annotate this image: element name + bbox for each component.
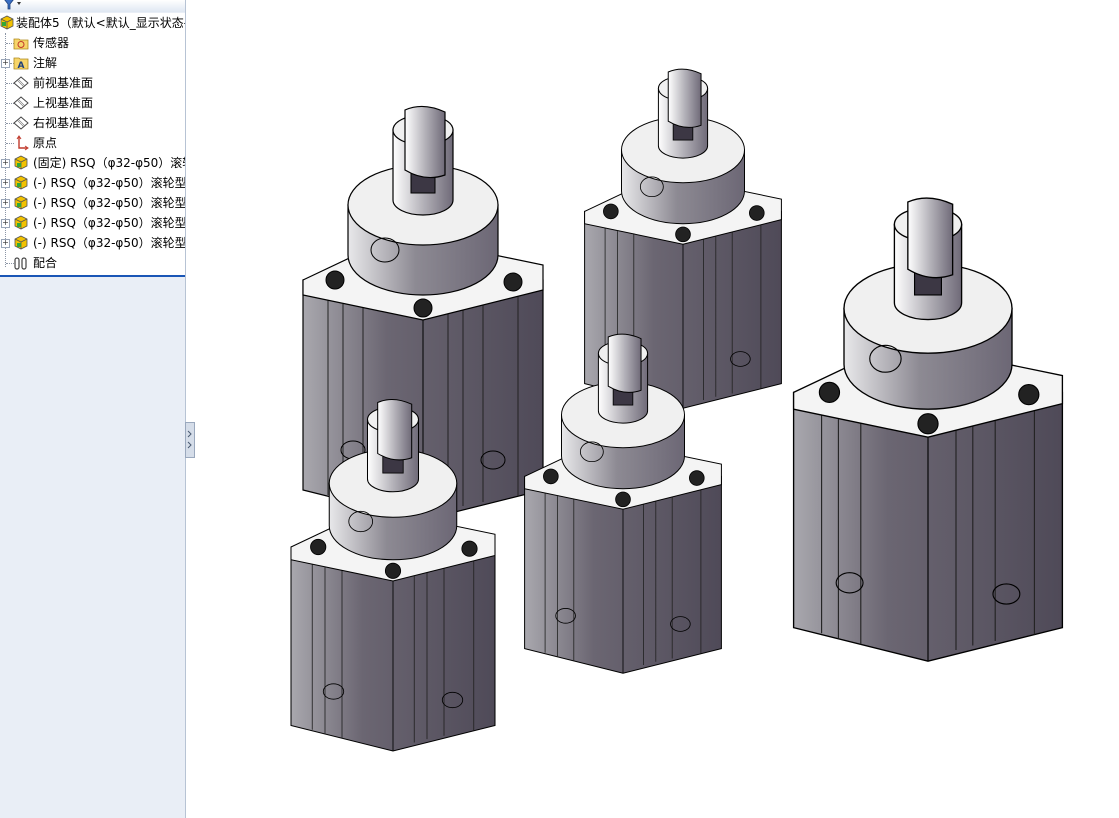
expand-icon[interactable]: + xyxy=(1,159,10,168)
tree-item-label: (-) RSQ（φ32-φ50）滚轮型 xyxy=(33,216,185,230)
part-icon xyxy=(14,235,28,250)
svg-text:A: A xyxy=(18,61,25,71)
tree-item-label: 上视基准面 xyxy=(33,96,94,110)
plane-icon xyxy=(13,76,29,90)
tree-item-label: (-) RSQ（φ32-φ50）滚轮型 xyxy=(33,176,185,190)
expand-icon[interactable]: + xyxy=(1,219,10,228)
tree-item-sensors[interactable]: 传感器 xyxy=(0,33,185,53)
mates-icon xyxy=(14,257,27,270)
tree-item-part[interactable]: + (-) RSQ（φ32-φ50）滚轮型 xyxy=(0,193,185,213)
part-icon xyxy=(14,215,28,230)
annotation-icon: A xyxy=(13,57,29,71)
part-icon xyxy=(14,155,28,170)
tree-item-part-fixed[interactable]: + (固定) RSQ（φ32-φ50）滚轮 xyxy=(0,153,185,173)
plane-icon xyxy=(13,96,29,110)
cylinder-right-large xyxy=(792,197,1064,662)
tree-item-part[interactable]: + (-) RSQ（φ32-φ50）滚轮型 xyxy=(0,233,185,253)
expand-icon[interactable]: + xyxy=(1,239,10,248)
tree-item-label: 传感器 xyxy=(33,36,70,50)
tree-item-label: 原点 xyxy=(33,136,58,150)
tree-item-right-plane[interactable]: 右视基准面 xyxy=(0,113,185,133)
tree-item-label: (固定) RSQ（φ32-φ50）滚轮 xyxy=(33,156,185,170)
graphics-viewport[interactable] xyxy=(193,0,1119,818)
assembly-model xyxy=(290,68,1064,752)
tree-item-top-plane[interactable]: 上视基准面 xyxy=(0,93,185,113)
origin-icon xyxy=(16,135,29,151)
tree-root-label: 装配体5（默认<默认_显示状态- xyxy=(16,16,185,30)
tree-header xyxy=(0,0,185,12)
tree-item-label: 前视基准面 xyxy=(33,76,94,90)
tree-item-origin[interactable]: 原点 xyxy=(0,133,185,153)
tree-list: 装配体5（默认<默认_显示状态- 传感器 + A 注解 前视基准面 上视基准面 … xyxy=(0,13,185,277)
expand-icon[interactable]: + xyxy=(1,199,10,208)
expand-icon[interactable]: + xyxy=(1,59,10,68)
tree-item-front-plane[interactable]: 前视基准面 xyxy=(0,73,185,93)
tree-item-label: 注解 xyxy=(33,56,58,70)
expand-icon[interactable]: + xyxy=(1,179,10,188)
filter-icon[interactable] xyxy=(2,0,24,10)
sensor-folder-icon xyxy=(13,38,29,50)
part-icon xyxy=(14,195,28,210)
tree-item-annotations[interactable]: + A 注解 xyxy=(0,53,185,73)
tree-item-part[interactable]: + (-) RSQ（φ32-φ50）滚轮型 xyxy=(0,213,185,233)
tree-item-label: 配合 xyxy=(33,256,58,270)
feature-manager-tree: 装配体5（默认<默认_显示状态- 传感器 + A 注解 前视基准面 上视基准面 … xyxy=(0,0,186,818)
tree-item-label: (-) RSQ（φ32-φ50）滚轮型 xyxy=(33,196,185,210)
tree-item-mates[interactable]: 配合 xyxy=(0,253,185,273)
tree-divider xyxy=(0,275,185,277)
tree-item-label: 右视基准面 xyxy=(33,116,94,130)
part-icon xyxy=(14,175,28,190)
assembly-icon xyxy=(0,15,14,30)
tree-item-label: (-) RSQ（φ32-φ50）滚轮型 xyxy=(33,236,185,250)
tree-item-part[interactable]: + (-) RSQ（φ32-φ50）滚轮型 xyxy=(0,173,185,193)
plane-icon xyxy=(13,116,29,130)
tree-root-assembly[interactable]: 装配体5（默认<默认_显示状态- xyxy=(0,13,185,33)
